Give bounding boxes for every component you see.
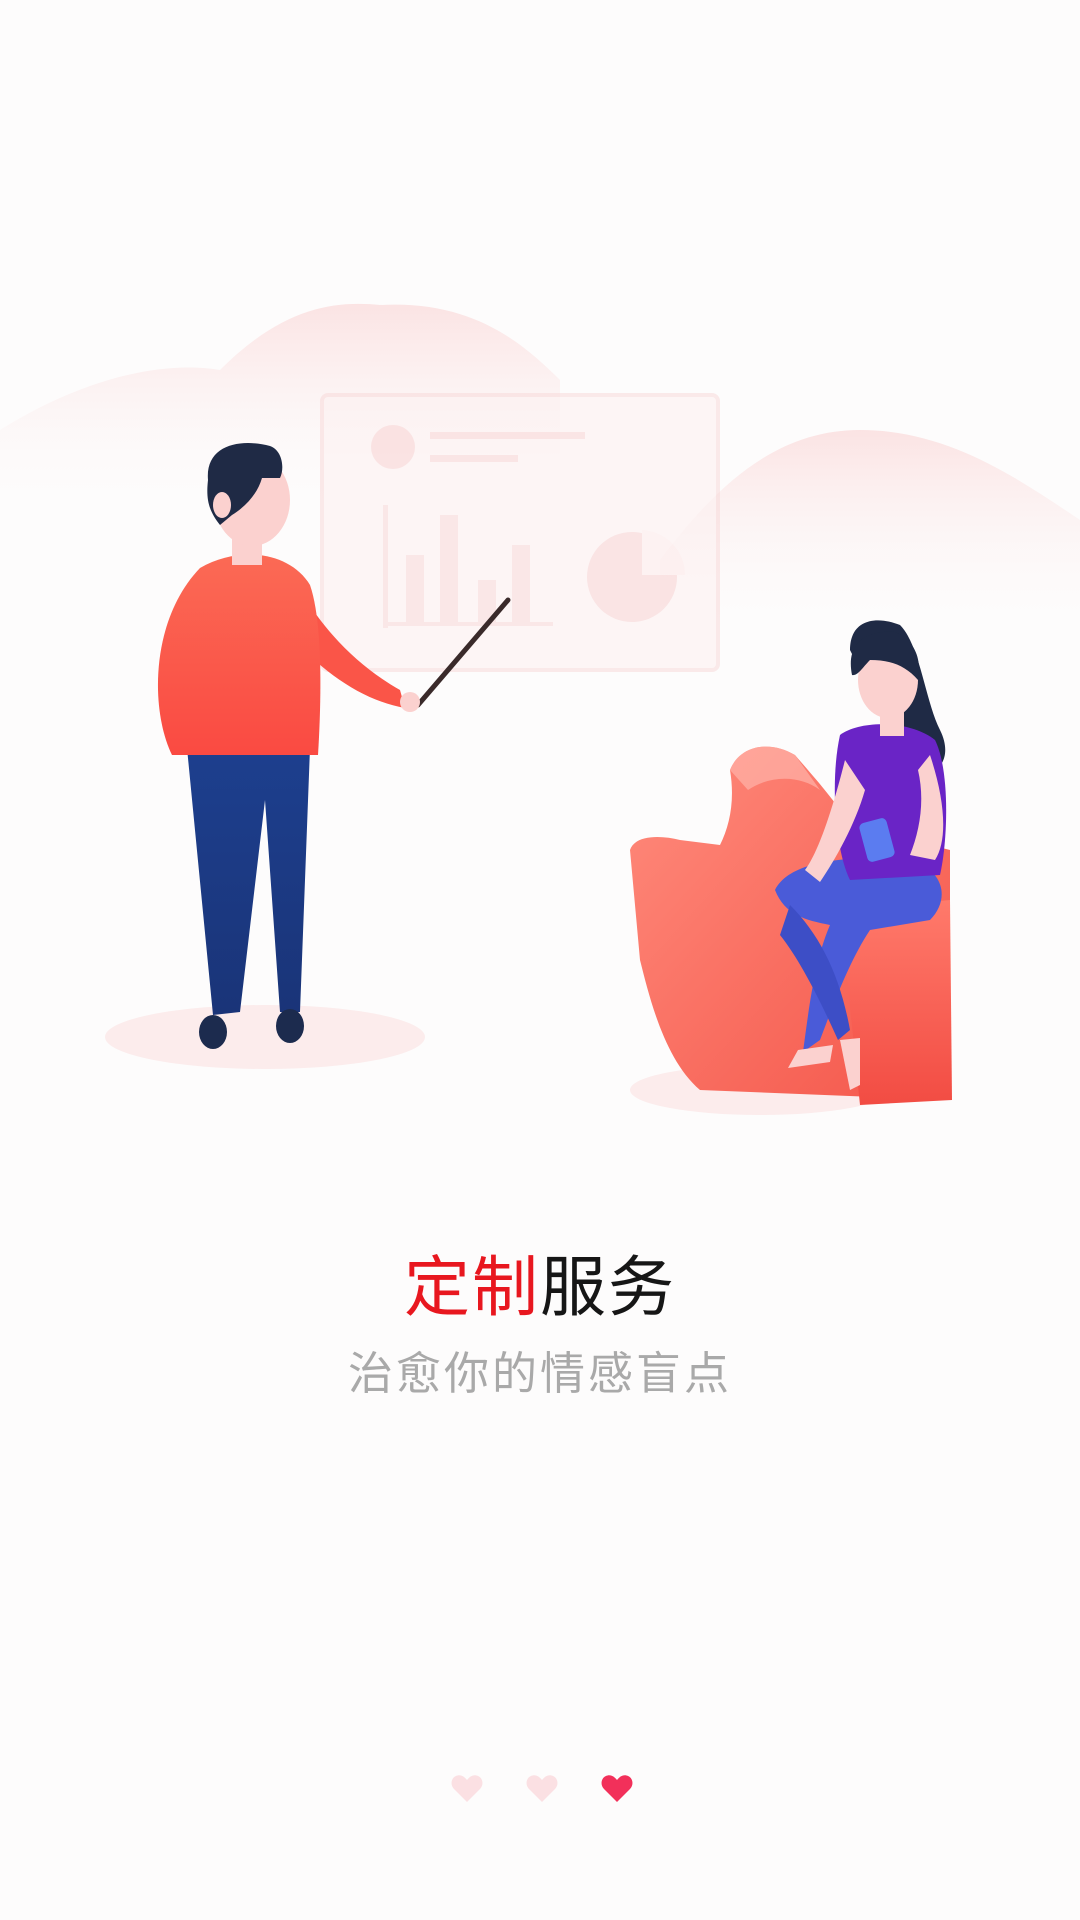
page-dot-1[interactable] <box>451 1773 483 1803</box>
page-title: 定制服务 <box>0 1245 1080 1331</box>
onboarding-screen: 定制服务 治愈你的情感盲点 <box>0 0 1080 1920</box>
heart-icon <box>526 1775 558 1802</box>
heart-icon <box>451 1775 483 1802</box>
heart-icon <box>601 1775 633 1802</box>
title-rest: 服务 <box>540 1249 676 1326</box>
illustration <box>0 303 1080 1115</box>
page-indicator <box>0 1758 1080 1818</box>
page-dot-2[interactable] <box>526 1773 558 1803</box>
page-dot-3-active[interactable] <box>601 1773 633 1803</box>
title-highlight: 定制 <box>404 1249 540 1326</box>
presentation-board-icon <box>320 393 720 672</box>
page-subtitle: 治愈你的情感盲点 <box>347 1347 732 1400</box>
